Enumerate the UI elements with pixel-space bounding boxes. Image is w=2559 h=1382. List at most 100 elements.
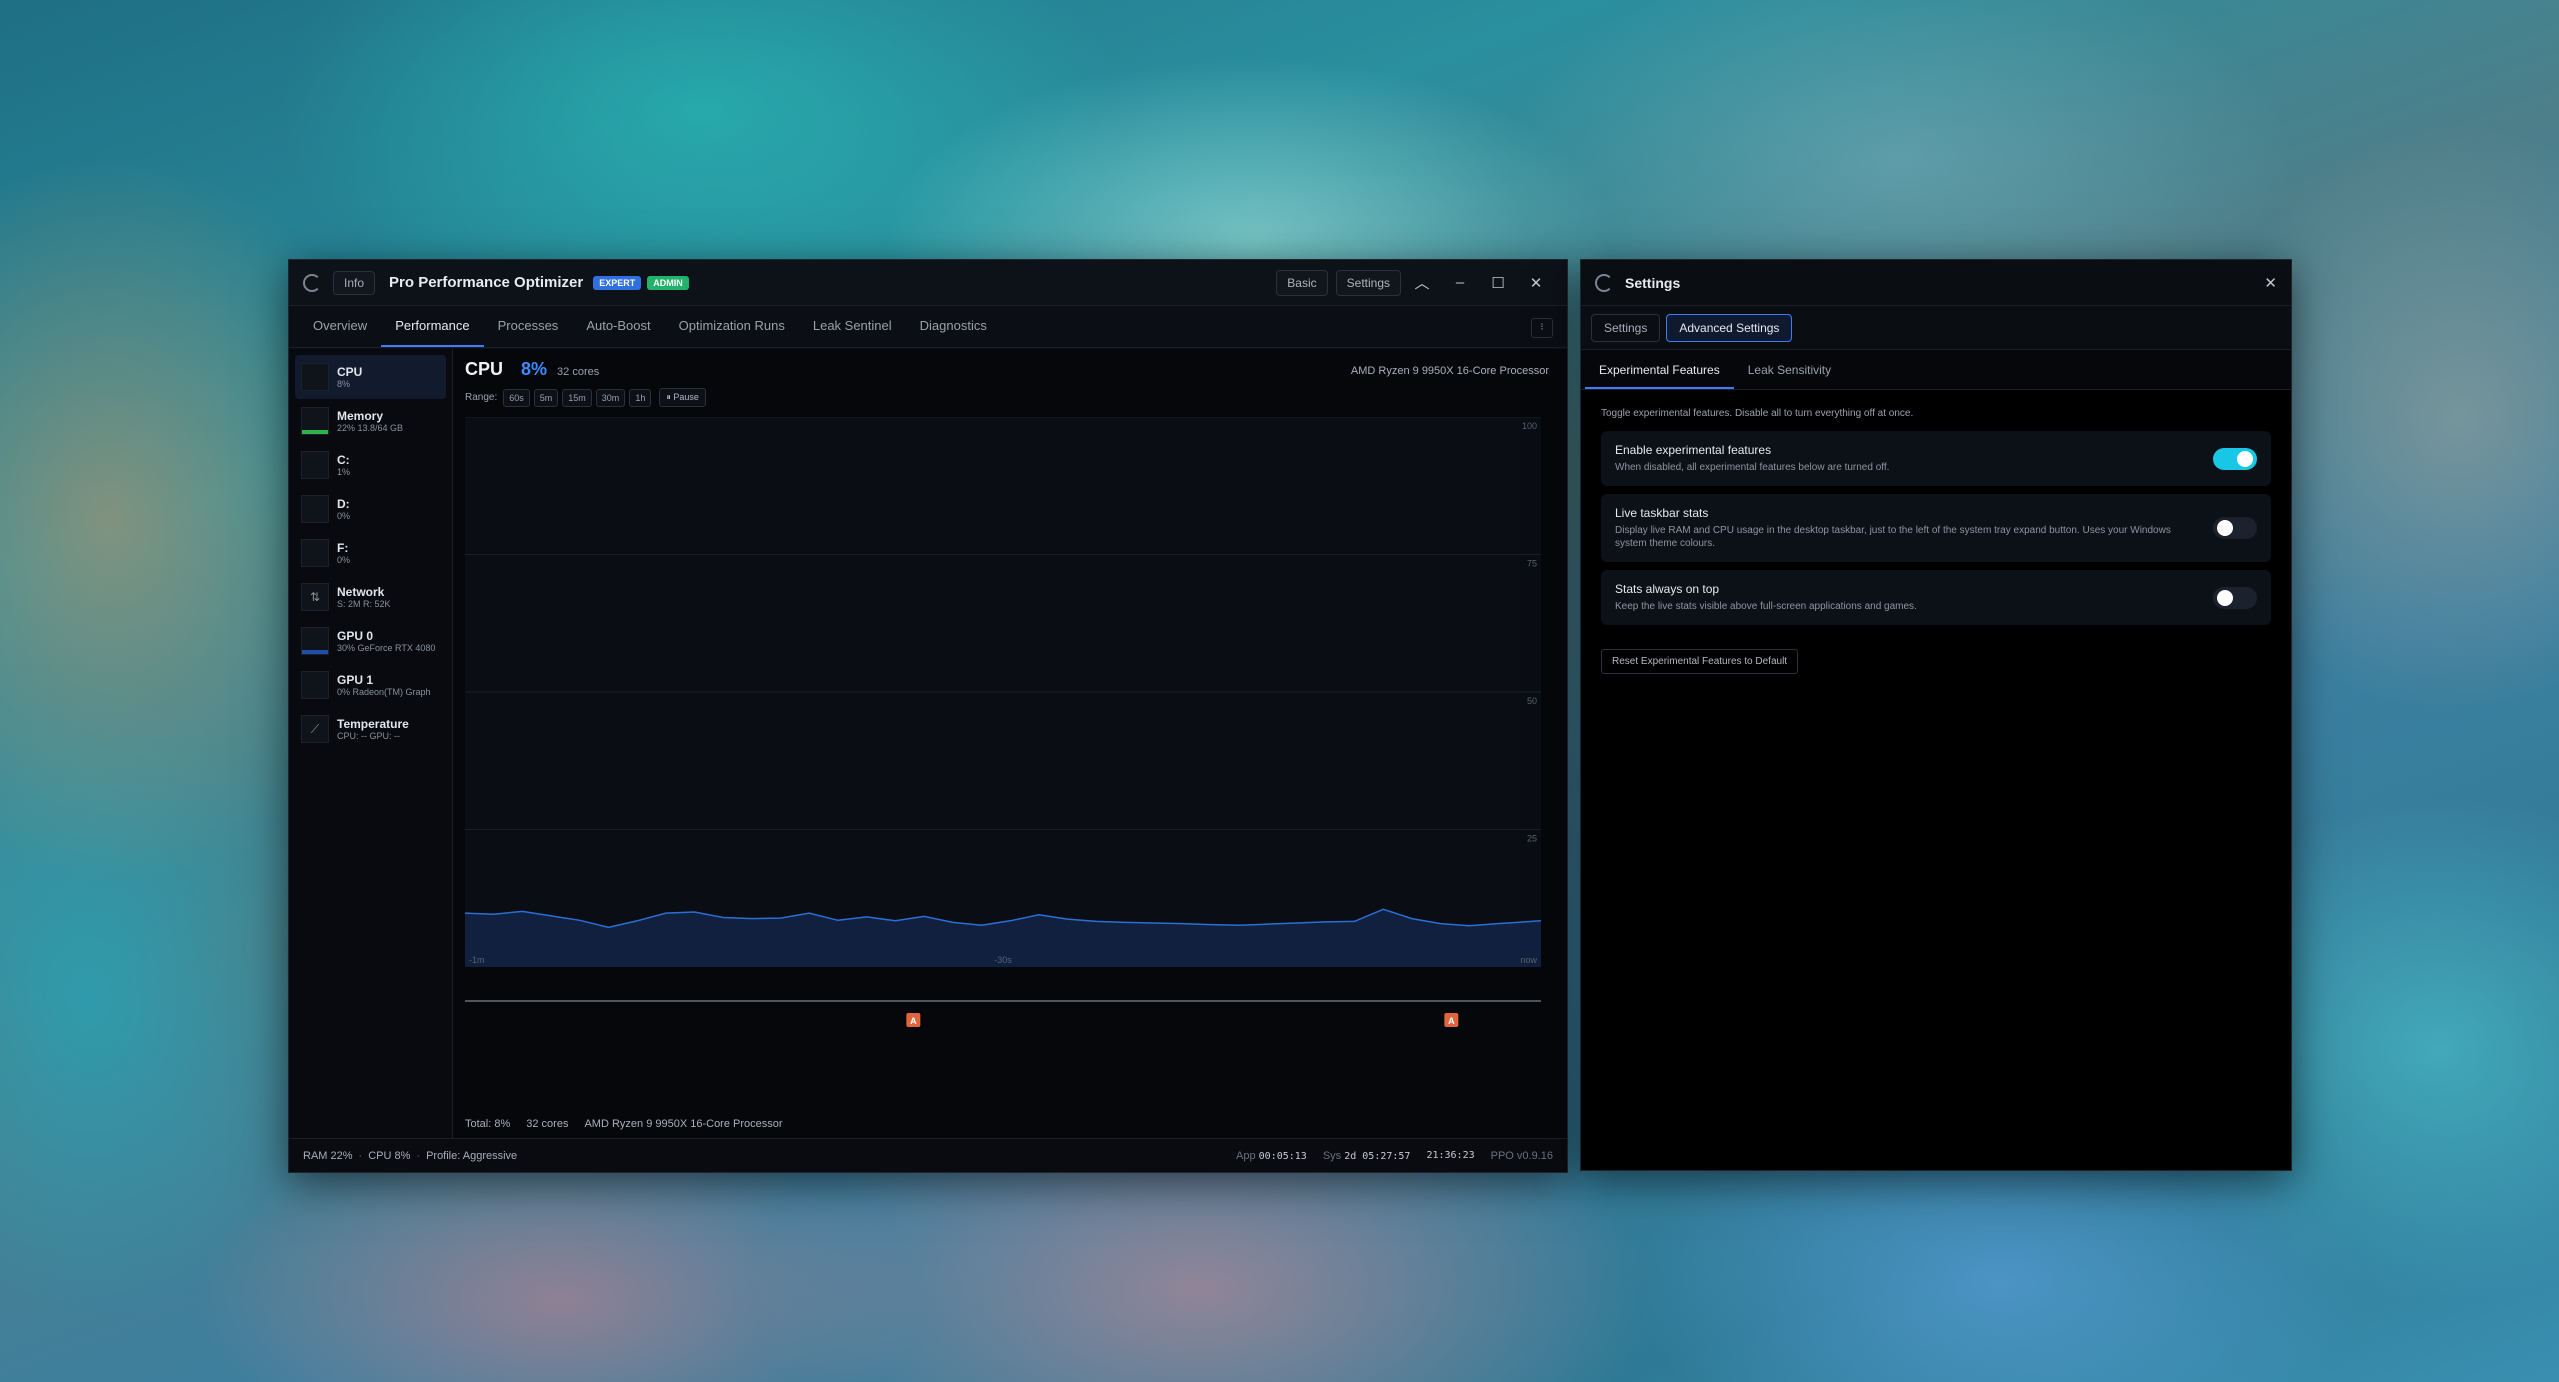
sidebar-item-value: 22% 13.8/64 GB bbox=[337, 423, 404, 433]
collapse-icon[interactable]: ︿ bbox=[1405, 272, 1439, 293]
settings-button[interactable]: Settings bbox=[1335, 269, 1401, 296]
sidebar-item-gpu-0[interactable]: GPU 0 30% GeForce RTX 4080 bbox=[295, 619, 446, 663]
footer-cores: 32 cores bbox=[526, 1118, 569, 1130]
sys-uptime-label: Sys bbox=[1322, 1149, 1342, 1162]
sidebar-item-disk-c[interactable]: C: 1% bbox=[295, 443, 446, 487]
range-label: Range: bbox=[465, 392, 498, 403]
sidebar-item-memory[interactable]: Memory 22% 13.8/64 GB bbox=[295, 399, 446, 443]
toggle-row-always-on-top: Stats always on top Keep the live stats … bbox=[1601, 570, 2271, 625]
disk-d-thumbnail bbox=[301, 495, 329, 523]
range-30m-button[interactable]: 30m bbox=[595, 388, 626, 407]
reset-experimental-button[interactable]: Reset Experimental Features to Default bbox=[1601, 649, 1799, 674]
advanced-sub-tabs: Experimental Features Leak Sensitivity bbox=[1581, 350, 2291, 390]
tab-diagnostics[interactable]: Diagnostics bbox=[906, 318, 1001, 347]
tab-overview[interactable]: Overview bbox=[299, 318, 381, 347]
cpu-core-count: 32 cores bbox=[557, 366, 600, 378]
sidebar-item-label: C: bbox=[337, 453, 350, 467]
sidebar-item-cpu[interactable]: CPU 8% bbox=[295, 355, 446, 399]
tab-auto-boost[interactable]: Auto-Boost bbox=[572, 318, 664, 347]
app-logo-icon bbox=[303, 273, 321, 292]
x-tick-label: -30s bbox=[994, 955, 1012, 965]
settings-title-bar[interactable]: Settings ✕ bbox=[1581, 260, 2291, 306]
sidebar-item-disk-d[interactable]: D: 0% bbox=[295, 487, 446, 531]
experimental-features-toggle[interactable] bbox=[2213, 447, 2257, 470]
range-1h-button[interactable]: 1h bbox=[629, 388, 652, 407]
sidebar-item-disk-f[interactable]: F: 0% bbox=[295, 531, 446, 575]
live-taskbar-stats-toggle[interactable] bbox=[2213, 517, 2257, 539]
cpu-chart-svg: 100 75 50 25 -1m -30s now A A bbox=[464, 416, 1542, 1027]
settings-window: Settings ✕ Settings Advanced Settings Ex… bbox=[1580, 259, 2292, 1171]
tab-processes[interactable]: Processes bbox=[484, 318, 573, 347]
basic-mode-button[interactable]: Basic bbox=[1276, 269, 1328, 296]
toggle-knob bbox=[2217, 589, 2233, 606]
tab-leak-sentinel[interactable]: Leak Sentinel bbox=[799, 318, 906, 347]
sidebar-item-value: 1% bbox=[337, 467, 351, 477]
sidebar-item-network[interactable]: ⇅ Network S: 2M R: 52K bbox=[295, 575, 446, 619]
app-uptime: 00:05:13 bbox=[1258, 1150, 1307, 1162]
tab-experimental-features[interactable]: Experimental Features bbox=[1585, 363, 1734, 389]
range-60s-button[interactable]: 60s bbox=[503, 388, 530, 407]
status-cpu: CPU 8% bbox=[368, 1149, 411, 1162]
main-window: Info Pro Performance Optimizer EXPERT AD… bbox=[288, 259, 1568, 1173]
toggle-knob bbox=[2217, 520, 2233, 536]
cpu-usage-percent: 8% bbox=[521, 359, 548, 379]
stats-always-on-top-toggle[interactable] bbox=[2213, 586, 2257, 609]
minimize-icon[interactable]: – bbox=[1443, 274, 1477, 291]
title-bar[interactable]: Info Pro Performance Optimizer EXPERT AD… bbox=[289, 260, 1567, 306]
toggle-description: When disabled, all experimental features… bbox=[1615, 462, 1890, 473]
x-tick-label: -1m bbox=[469, 955, 485, 965]
y-tick-label: 50 bbox=[1527, 696, 1537, 706]
sidebar-item-temperature[interactable]: ⟋ Temperature CPU: -- GPU: -- bbox=[295, 707, 446, 751]
tab-advanced-settings[interactable]: Advanced Settings bbox=[1666, 313, 1793, 342]
sidebar-item-value: CPU: -- GPU: -- bbox=[337, 731, 400, 741]
toggle-row-taskbar-stats: Live taskbar stats Display live RAM and … bbox=[1601, 494, 2271, 562]
close-icon[interactable]: ✕ bbox=[2264, 274, 2277, 292]
cpu-usage-chart: 100 75 50 25 -1m -30s now A A bbox=[464, 416, 1542, 1037]
gpu-0-usage-fill bbox=[302, 650, 328, 654]
disk-f-thumbnail bbox=[301, 539, 329, 567]
memory-usage-fill bbox=[302, 430, 328, 434]
main-tabs: Overview Performance Processes Auto-Boos… bbox=[289, 306, 1567, 348]
sidebar-item-label: Network bbox=[337, 585, 385, 599]
cpu-model-label: AMD Ryzen 9 9950X 16-Core Processor bbox=[1350, 365, 1549, 377]
toggle-row-experimental: Enable experimental features When disabl… bbox=[1601, 431, 2271, 486]
pause-button[interactable]: ⏸ Pause bbox=[659, 388, 706, 407]
sidebar-item-value: 30% GeForce RTX 4080 bbox=[337, 643, 436, 653]
toggle-description: Keep the live stats visible above full-s… bbox=[1615, 601, 1917, 612]
sidebar-item-value: 8% bbox=[337, 379, 351, 389]
tab-settings[interactable]: Settings bbox=[1591, 313, 1661, 342]
app-title: Pro Performance Optimizer bbox=[389, 274, 584, 291]
gpu-0-thumbnail bbox=[301, 627, 329, 655]
info-button[interactable]: Info bbox=[333, 270, 376, 295]
tab-performance[interactable]: Performance bbox=[381, 318, 484, 347]
footer-model: AMD Ryzen 9 9950X 16-Core Processor bbox=[584, 1118, 783, 1130]
maximize-icon[interactable]: ☐ bbox=[1481, 274, 1515, 292]
admin-badge: ADMIN bbox=[647, 275, 689, 290]
more-options-icon[interactable]: ⁝ bbox=[1531, 318, 1553, 338]
resource-sidebar: CPU 8% Memory 22% 13.8/64 GB C: 1% D: 0% F: 0… bbox=[289, 349, 453, 1138]
sidebar-item-label: GPU 0 bbox=[337, 629, 374, 643]
network-arrows-icon: ⇅ bbox=[301, 583, 329, 611]
sidebar-item-label: Temperature bbox=[337, 717, 409, 731]
toggle-knob bbox=[2237, 450, 2253, 467]
sidebar-item-gpu-1[interactable]: GPU 1 0% Radeon(TM) Graph bbox=[295, 663, 446, 707]
close-icon[interactable]: ✕ bbox=[1519, 274, 1553, 292]
sidebar-item-value: 0% Radeon(TM) Graph bbox=[337, 687, 431, 697]
clock: 21:36:23 bbox=[1426, 1150, 1475, 1161]
app-uptime-label: App bbox=[1236, 1149, 1256, 1162]
range-15m-button[interactable]: 15m bbox=[562, 388, 592, 407]
settings-title: Settings bbox=[1625, 274, 1681, 291]
toggle-description: Display live RAM and CPU usage in the de… bbox=[1615, 525, 2171, 549]
status-ram: RAM 22% bbox=[303, 1149, 353, 1162]
performance-panel: CPU 8% 32 cores AMD Ryzen 9 9950X 16-Cor… bbox=[453, 349, 1567, 1138]
app-logo-icon bbox=[1595, 273, 1613, 292]
footer-total: Total: 8% bbox=[465, 1118, 511, 1130]
x-tick-label: now bbox=[1520, 955, 1537, 965]
tab-optimization-runs[interactable]: Optimization Runs bbox=[665, 318, 799, 347]
range-5m-button[interactable]: 5m bbox=[533, 388, 559, 407]
experimental-description: Toggle experimental features. Disable al… bbox=[1601, 408, 1914, 419]
toggle-title: Enable experimental features bbox=[1615, 443, 1772, 457]
sys-uptime: 2d 05:27:57 bbox=[1344, 1150, 1411, 1162]
tab-leak-sensitivity[interactable]: Leak Sensitivity bbox=[1734, 363, 1845, 389]
disk-c-thumbnail bbox=[301, 451, 329, 479]
